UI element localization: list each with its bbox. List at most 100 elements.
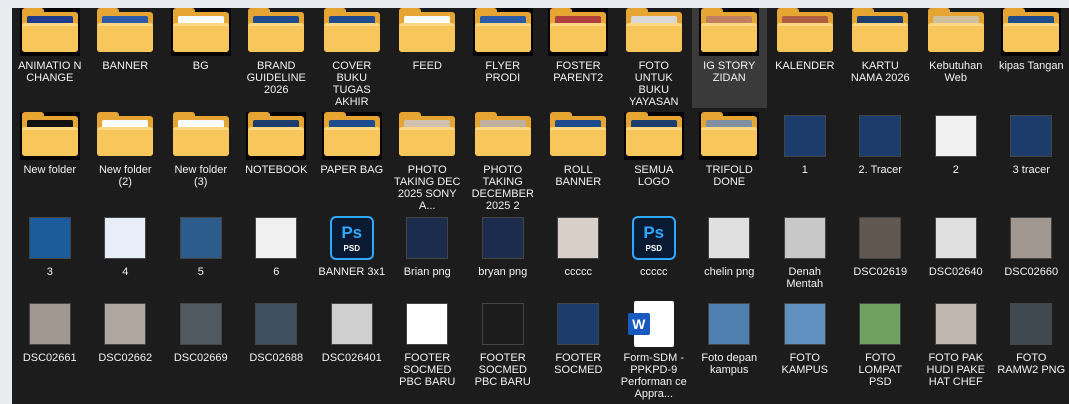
file-item[interactable]: DSC02661 <box>12 300 88 400</box>
folder-item[interactable]: Kebutuhan Web <box>918 8 994 108</box>
file-item[interactable]: FOTO RAMW2 PNG <box>994 300 1069 400</box>
folder-item[interactable]: COVER BUKU TUGAS AKHIR <box>314 8 390 108</box>
file-item[interactable]: Ps PSD ccccc <box>616 214 692 314</box>
file-label: DSC02688 <box>249 352 304 364</box>
image-thumbnail <box>850 300 910 348</box>
folder-icon <box>95 112 155 160</box>
file-row: 3 4 5 6 Ps PSD BANNER 3x1 Brian png bryan png ccc… <box>12 214 1069 314</box>
image-thumbnail <box>1001 300 1061 348</box>
file-label: 5 <box>197 266 204 278</box>
file-item[interactable]: W Form-SDM -PPKPD-9 Performan ce Appra... <box>616 300 692 400</box>
file-label: PAPER BAG <box>320 164 384 176</box>
file-item[interactable]: Ps PSD BANNER 3x1 <box>314 214 390 314</box>
folder-item[interactable]: PHOTO TAKING DECEMBER 2025 2 <box>465 112 541 212</box>
file-item[interactable]: 6 <box>239 214 315 314</box>
file-item[interactable]: 1 <box>767 112 843 212</box>
image-thumbnail <box>699 214 759 262</box>
folder-item[interactable]: PAPER BAG <box>314 112 390 212</box>
file-item[interactable]: DSC02640 <box>918 214 994 314</box>
image-thumbnail <box>850 214 910 262</box>
file-label: BRAND GUIDELINE 2026 <box>246 60 306 96</box>
image-thumbnail <box>548 300 608 348</box>
file-item[interactable]: DSC026401 <box>314 300 390 400</box>
file-label: kipas Tangan <box>998 60 1064 72</box>
folder-item[interactable]: FLYER PRODI <box>465 8 541 108</box>
file-item[interactable]: DSC02662 <box>88 300 164 400</box>
file-item[interactable]: 3 <box>12 214 88 314</box>
file-item[interactable]: FOTO LOMPAT PSD <box>843 300 919 400</box>
file-item[interactable]: chelin png <box>692 214 768 314</box>
file-label: Foto depan kampus <box>701 352 758 376</box>
file-item[interactable]: Brian png <box>390 214 466 314</box>
file-item[interactable]: 5 <box>163 214 239 314</box>
image-thumbnail <box>322 300 382 348</box>
folder-item[interactable]: BANNER <box>88 8 164 108</box>
folder-item[interactable]: New folder (3) <box>163 112 239 212</box>
file-label: FLYER PRODI <box>485 60 521 84</box>
folder-item[interactable]: KARTU NAMA 2026 <box>843 8 919 108</box>
image-thumbnail <box>926 112 986 160</box>
file-label: FOSTER PARENT2 <box>553 60 604 84</box>
folder-icon <box>321 112 382 160</box>
folder-item[interactable]: kipas Tangan <box>994 8 1069 108</box>
image-thumbnail <box>548 214 608 262</box>
file-item[interactable]: 3 tracer <box>994 112 1069 212</box>
folder-item[interactable]: FOSTER PARENT2 <box>541 8 617 108</box>
image-thumbnail <box>926 214 986 262</box>
file-label: DSC02661 <box>22 352 77 364</box>
folder-item[interactable]: KALENDER <box>767 8 843 108</box>
image-thumbnail <box>926 300 986 348</box>
file-item[interactable]: DSC02619 <box>843 214 919 314</box>
file-label: ANIMATIO N CHANGE <box>18 60 82 84</box>
folder-item[interactable]: PHOTO TAKING DEC 2025 SONY A... <box>390 112 466 212</box>
folder-item[interactable]: BRAND GUIDELINE 2026 <box>239 8 315 108</box>
folder-item[interactable]: New folder (2) <box>88 112 164 212</box>
file-row: New folder New folder (2) New folder (3) NO… <box>12 112 1069 212</box>
folder-item[interactable]: ROLL BANNER <box>541 112 617 212</box>
file-item[interactable]: bryan png <box>465 214 541 314</box>
image-thumbnail <box>20 300 80 348</box>
file-label: NOTEBOOK <box>245 164 308 176</box>
file-label: BANNER <box>102 60 149 72</box>
file-item[interactable]: Denah Mentah <box>767 214 843 314</box>
image-thumbnail <box>246 214 306 262</box>
file-item[interactable]: FOOTER SOCMED PBC BARU <box>390 300 466 400</box>
folder-icon <box>19 8 80 56</box>
image-thumbnail <box>171 300 231 348</box>
file-label: bryan png <box>478 266 528 278</box>
folder-item[interactable]: FOTO UNTUK BUKU YAYASAN <box>616 8 692 108</box>
file-item[interactable]: DSC02660 <box>994 214 1069 314</box>
file-item[interactable]: 2 <box>918 112 994 212</box>
file-label: chelin png <box>704 266 755 278</box>
image-thumbnail <box>95 300 155 348</box>
folder-item[interactable]: BG <box>163 8 239 108</box>
file-item[interactable]: 4 <box>88 214 164 314</box>
file-item[interactable]: FOOTER SOCMED <box>541 300 617 400</box>
file-label: New folder (2) <box>98 164 152 188</box>
file-item[interactable]: FOTO PAK HUDI PAKE HAT CHEF <box>918 300 994 400</box>
folder-item[interactable]: IG STORY ZIDAN <box>691 8 767 108</box>
file-label: 4 <box>122 266 129 278</box>
image-thumbnail <box>473 300 533 348</box>
folder-item[interactable]: TRIFOLD DONE <box>692 112 768 212</box>
file-item[interactable]: Foto depan kampus <box>692 300 768 400</box>
file-item[interactable]: DSC02669 <box>163 300 239 400</box>
image-thumbnail <box>20 214 80 262</box>
file-label: TRIFOLD DONE <box>705 164 753 188</box>
folder-item[interactable]: SEMUA LOGO <box>616 112 692 212</box>
file-item[interactable]: ccccc <box>541 214 617 314</box>
file-row: ANIMATIO N CHANGE BANNER BG BRAND GUIDELINE… <box>12 8 1069 108</box>
folder-item[interactable]: ANIMATIO N CHANGE <box>12 8 88 108</box>
folder-item[interactable]: FEED <box>390 8 466 108</box>
file-label: KARTU NAMA 2026 <box>850 60 910 84</box>
folder-item[interactable]: NOTEBOOK <box>239 112 315 212</box>
file-item[interactable]: FOOTER SOCMED PBC BARU <box>465 300 541 400</box>
file-label: FOOTER SOCMED <box>554 352 603 376</box>
file-label: New folder <box>23 164 77 176</box>
file-item[interactable]: FOTO KAMPUS <box>767 300 843 400</box>
file-item[interactable]: 2. Tracer <box>843 112 919 212</box>
file-label: DSC02619 <box>853 266 908 278</box>
file-label: FOTO PAK HUDI PAKE HAT CHEF <box>926 352 985 388</box>
file-item[interactable]: DSC02688 <box>239 300 315 400</box>
folder-item[interactable]: New folder <box>12 112 88 212</box>
